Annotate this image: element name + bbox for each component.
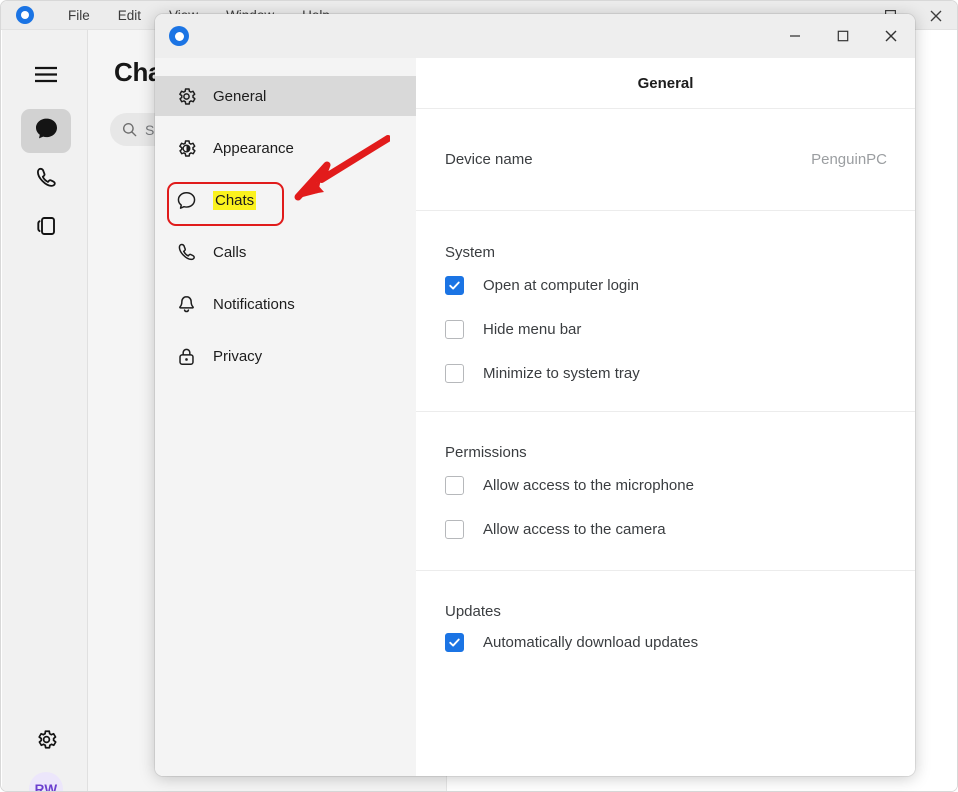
menu-edit[interactable]: Edit [104, 1, 155, 30]
sidebar-item-calls[interactable] [21, 158, 71, 202]
checkbox-unchecked-icon [445, 364, 464, 383]
device-name-row: Device name PenguinPC [416, 109, 915, 211]
settings-nav-item-calls[interactable]: Calls [155, 232, 416, 272]
search-icon [122, 122, 137, 137]
checkbox-label: Automatically download updates [483, 634, 699, 651]
settings-nav-label: Calls [213, 243, 247, 261]
settings-nav-item-chats[interactable]: Chats [155, 180, 416, 220]
checkbox-unchecked-icon [445, 476, 464, 495]
dialog-app-logo-icon [169, 26, 189, 46]
settings-nav-item-notifications[interactable]: Notifications [155, 284, 416, 324]
checkbox-hide-menu-bar[interactable]: Hide menu bar [445, 320, 581, 339]
chat-bubble-icon [176, 190, 202, 211]
phone-icon [176, 242, 202, 263]
sidebar-item-chats[interactable] [21, 109, 71, 153]
navigation-rail: RW [2, 30, 88, 792]
section-title: Updates [445, 603, 501, 620]
checkbox-checked-icon [445, 276, 464, 295]
dialog-minimize-icon[interactable] [771, 14, 819, 58]
settings-content-header: General [416, 58, 915, 109]
checkbox-unchecked-icon [445, 520, 464, 539]
section-title: System [445, 244, 496, 261]
settings-content: General Device name PenguinPC System Ope… [416, 58, 915, 776]
sidebar-item-settings[interactable] [21, 720, 71, 764]
settings-nav-item-appearance[interactable]: Appearance [155, 128, 416, 168]
avatar[interactable]: RW [29, 772, 63, 792]
device-name-label: Device name [445, 151, 533, 168]
settings-dialog: General Appearance Chats Calls Notificat… [155, 14, 915, 776]
section-system: System Open at computer login Hide menu … [416, 211, 915, 412]
settings-nav-item-general[interactable]: General [155, 76, 416, 116]
app-logo-icon [16, 6, 34, 24]
close-icon[interactable] [913, 1, 957, 30]
checkbox-unchecked-icon [445, 320, 464, 339]
settings-dialog-titlebar [155, 14, 915, 58]
screen: File Edit View Window Help [0, 0, 958, 792]
checkbox-label: Allow access to the camera [483, 521, 666, 538]
settings-nav-label: Chats [213, 190, 257, 210]
settings-header-title: General [637, 74, 694, 92]
device-name-value: PenguinPC [811, 151, 887, 168]
pages-icon [34, 214, 58, 243]
avatar-initials: RW [34, 781, 58, 792]
section-title: Permissions [445, 444, 527, 461]
dialog-close-icon[interactable] [867, 14, 915, 58]
gear-icon [176, 86, 202, 107]
checkbox-label: Hide menu bar [483, 321, 582, 338]
dialog-maximize-icon[interactable] [819, 14, 867, 58]
lock-icon [176, 346, 202, 367]
bell-icon [176, 294, 202, 315]
gear-icon [35, 728, 58, 756]
phone-icon [34, 166, 58, 195]
checkbox-auto-download-updates[interactable]: Automatically download updates [445, 633, 698, 652]
checkbox-label: Minimize to system tray [483, 365, 640, 382]
section-updates: Updates Automatically download updates [416, 571, 915, 711]
chat-bubble-icon [34, 116, 59, 146]
hamburger-menu-button[interactable] [21, 55, 71, 99]
checkbox-allow-camera[interactable]: Allow access to the camera [445, 520, 666, 539]
settings-nav-label: General [213, 87, 267, 105]
section-permissions: Permissions Allow access to the micropho… [416, 412, 915, 571]
settings-nav-item-privacy[interactable]: Privacy [155, 336, 416, 376]
sidebar-item-pages[interactable] [21, 206, 71, 250]
hamburger-icon [34, 66, 58, 88]
menu-file[interactable]: File [54, 1, 104, 30]
settings-nav: General Appearance Chats Calls Notificat… [155, 58, 416, 776]
checkbox-checked-icon [445, 633, 464, 652]
checkbox-label: Open at computer login [483, 277, 639, 294]
checkbox-label: Allow access to the microphone [483, 477, 694, 494]
checkbox-allow-microphone[interactable]: Allow access to the microphone [445, 476, 694, 495]
settings-nav-label: Appearance [213, 139, 294, 157]
settings-nav-label: Notifications [213, 295, 295, 313]
dialog-window-controls [771, 14, 915, 58]
checkbox-open-at-login[interactable]: Open at computer login [445, 276, 639, 295]
settings-nav-label: Privacy [213, 347, 263, 365]
contrast-icon [176, 138, 202, 159]
checkbox-minimize-to-tray[interactable]: Minimize to system tray [445, 364, 640, 383]
